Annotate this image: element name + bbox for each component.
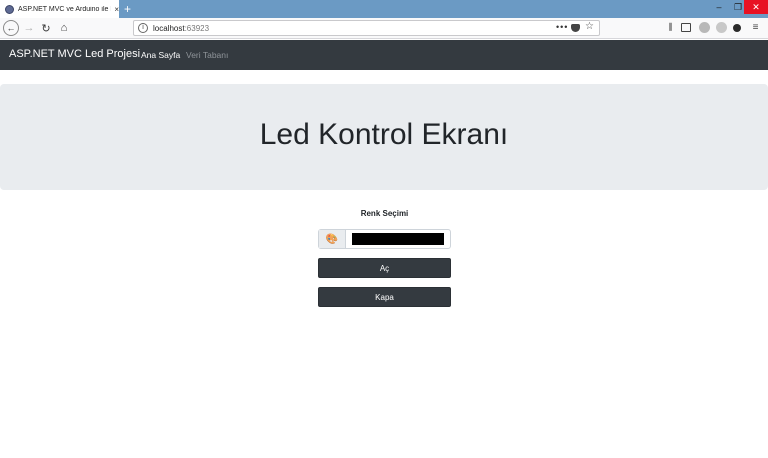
window-minimize-button[interactable]: –	[709, 0, 729, 14]
account-icon[interactable]	[716, 22, 727, 33]
page-actions-icon[interactable]: •••	[556, 22, 568, 32]
turn-off-button[interactable]: Kapa	[318, 287, 451, 307]
address-bar[interactable]: i localhost:63923 ••• ☆	[133, 20, 600, 36]
back-icon[interactable]: ←	[3, 20, 19, 36]
nav-link-database[interactable]: Veri Tabanı	[186, 50, 228, 60]
address-bar-url[interactable]: localhost:63923	[153, 24, 209, 33]
pocket-icon[interactable]	[571, 24, 580, 32]
browser-toolbar: ← → ↻ ⌂ i localhost:63923 ••• ☆ ⫼ ≡	[0, 18, 768, 39]
site-brand[interactable]: ASP.NET MVC Led Projesi	[9, 48, 140, 60]
page-title: Led Kontrol Ekranı	[259, 118, 509, 151]
bookmark-star-icon[interactable]: ☆	[585, 21, 594, 32]
nav-link-home[interactable]: Ana Sayfa	[141, 50, 180, 60]
color-picker-group[interactable]: 🎨	[318, 229, 451, 249]
new-tab-button[interactable]: +	[124, 1, 131, 17]
color-picker-addon: 🎨	[319, 230, 346, 248]
sidebar-icon[interactable]	[681, 23, 691, 32]
library-icon[interactable]: ⫼	[665, 22, 676, 33]
palette-icon: 🎨	[325, 233, 339, 245]
browser-tabstrip: ASP.NET MVC ve Arduino ile R × + – ❐ ✕	[0, 0, 768, 18]
forward-icon[interactable]: →	[21, 20, 37, 36]
tab-title: ASP.NET MVC ve Arduino ile R	[18, 5, 112, 13]
browser-tab[interactable]: ASP.NET MVC ve Arduino ile R ×	[0, 0, 119, 18]
reload-icon[interactable]: ↻	[38, 20, 54, 36]
color-selection-label: Renk Seçimi	[360, 209, 409, 218]
sync-icon[interactable]	[699, 22, 710, 33]
extension-icon[interactable]	[733, 24, 741, 32]
info-icon[interactable]: i	[138, 23, 148, 33]
tab-close-icon[interactable]: ×	[114, 5, 119, 14]
site-favicon-icon	[5, 4, 14, 14]
home-icon[interactable]: ⌂	[56, 20, 72, 36]
turn-on-button[interactable]: Aç	[318, 258, 451, 278]
color-input[interactable]	[352, 233, 444, 245]
site-navbar: ASP.NET MVC Led Projesi Ana Sayfa Veri T…	[0, 40, 768, 70]
jumbotron: Led Kontrol Ekranı	[0, 84, 768, 190]
hamburger-menu-icon[interactable]: ≡	[750, 22, 761, 33]
window-close-button[interactable]: ✕	[744, 0, 768, 14]
